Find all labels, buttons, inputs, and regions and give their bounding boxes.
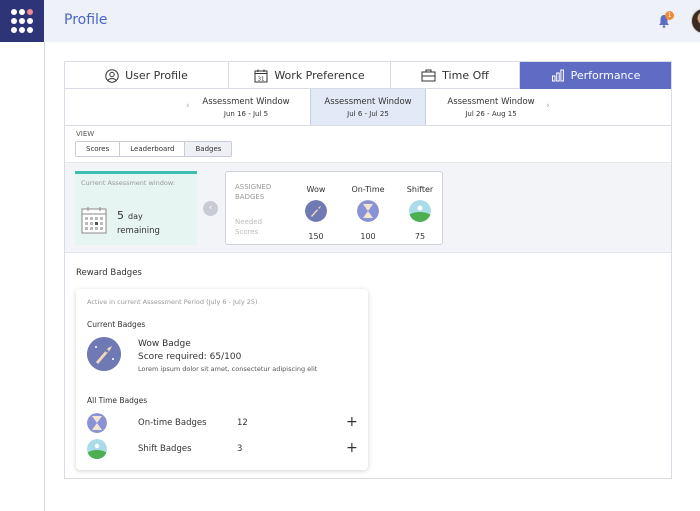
logo-dot	[11, 27, 17, 33]
expand-plus-button[interactable]: +	[346, 414, 358, 430]
all-time-badge-count: 12	[237, 418, 248, 428]
current-badge-name: Wow Badge	[138, 339, 191, 349]
assessment-window-selector: ‹ Assessment Window Jun 16 - Jul 5 Asses…	[65, 89, 671, 126]
badge-score: 100	[360, 232, 376, 241]
calendar-icon	[81, 207, 107, 234]
calendar-31-icon: 31	[254, 69, 268, 82]
window-dates: Jul 26 - Aug 15	[465, 110, 517, 118]
window-title: Assessment Window	[447, 97, 535, 107]
current-badge-score: Score required: 65/100	[138, 352, 242, 362]
days-remaining-count: 5	[117, 209, 124, 222]
days-remaining-label: remaining	[117, 226, 160, 236]
hourglass-icon	[357, 200, 379, 222]
logo-dot	[11, 9, 17, 15]
logo-dot	[27, 27, 33, 33]
top-header: Profile 1	[44, 0, 700, 42]
window-title: Assessment Window	[324, 97, 412, 107]
hourglass-icon	[87, 413, 107, 433]
tab-user-profile[interactable]: User Profile	[65, 62, 229, 89]
tab-label: Work Preference	[274, 69, 365, 82]
window-dates: Jun 16 - Jul 5	[223, 110, 269, 118]
badge-score: 75	[414, 232, 426, 241]
assigned-badge-shifter: Shifter 75	[400, 185, 440, 241]
view-option-scores[interactable]: Scores	[76, 142, 121, 156]
window-dates: Jul 6 - Jul 25	[347, 110, 389, 118]
briefcase-icon	[421, 69, 436, 82]
window-title: Assessment Window	[202, 97, 290, 107]
badge-name: Wow	[306, 185, 326, 194]
reward-badges-title: Reward Badges	[76, 268, 142, 278]
list-item: Shift Badges 3 +	[76, 439, 368, 459]
view-option-leaderboard[interactable]: Leaderboard	[120, 142, 186, 156]
user-avatar[interactable]	[691, 8, 700, 34]
all-time-badge-count: 3	[237, 444, 243, 454]
assigned-badges-box: ASSIGNED BADGES Needed Scores Wow 150 On…	[225, 171, 443, 245]
view-toggle: Scores Leaderboard Badges	[75, 141, 233, 157]
view-option-badges[interactable]: Badges	[185, 142, 232, 156]
app-logo[interactable]	[0, 0, 44, 42]
wow-badge-icon	[87, 337, 121, 371]
tab-label: User Profile	[125, 69, 188, 82]
reward-badges-card: Active in current Assessment Period (Jul…	[76, 289, 368, 470]
current-window-box: Current Assessment window: 5 day remaini…	[75, 171, 197, 245]
landscape-icon	[87, 439, 107, 459]
bar-chart-icon	[551, 69, 564, 82]
assigned-badge-wow: Wow 150	[296, 185, 336, 241]
assessment-window-next[interactable]: Assessment Window Jul 26 - Aug 15	[435, 89, 547, 125]
chevron-left-icon[interactable]: ‹	[186, 101, 190, 111]
tab-time-off[interactable]: Time Off	[391, 62, 520, 89]
rocket-icon	[305, 200, 327, 222]
days-unit: day	[128, 212, 143, 221]
assessment-window-current[interactable]: Assessment Window Jul 6 - Jul 25	[310, 89, 426, 125]
profile-tabs: User Profile 31 Work Preference Time Off	[65, 62, 671, 89]
svg-text:31: 31	[258, 76, 265, 82]
assessment-window-prev[interactable]: Assessment Window Jun 16 - Jul 5	[191, 89, 301, 125]
current-badge-description: Lorem ipsum dolor sit amet, consectetur …	[138, 365, 318, 373]
all-time-badges-label: All Time Badges	[87, 396, 148, 405]
expand-plus-button[interactable]: +	[346, 440, 358, 456]
current-window-label: Current Assessment window:	[81, 179, 176, 187]
assigned-badges-title: ASSIGNED BADGES	[235, 183, 272, 201]
tab-label: Time Off	[442, 69, 489, 82]
badges-summary-panel: Current Assessment window: 5 day remaini…	[65, 162, 671, 253]
logo-dot	[27, 9, 33, 15]
view-label: VIEW	[76, 130, 95, 138]
user-circle-icon	[105, 68, 119, 83]
current-badges-label: Current Badges	[87, 320, 146, 329]
sidebar-divider	[44, 42, 45, 511]
all-time-badge-name: Shift Badges	[138, 444, 192, 454]
profile-card: User Profile 31 Work Preference Time Off	[64, 61, 672, 479]
logo-dot	[27, 18, 33, 24]
landscape-icon	[409, 200, 431, 222]
assigned-badge-on-time: On-Time 100	[348, 185, 388, 241]
active-period-label: Active in current Assessment Period (Jul…	[87, 298, 258, 306]
chevron-right-icon[interactable]: ›	[546, 101, 550, 111]
notification-badge: 1	[665, 11, 674, 20]
badge-name: On-Time	[351, 185, 385, 194]
tab-performance[interactable]: Performance	[520, 62, 671, 89]
needed-scores-label: Needed Scores	[235, 218, 263, 236]
all-time-badge-name: On-time Badges	[138, 418, 207, 428]
badge-score: 150	[308, 232, 324, 241]
badge-name: Shifter	[406, 185, 434, 194]
logo-dot	[19, 27, 25, 33]
list-item: On-time Badges 12 +	[76, 413, 368, 433]
tab-label: Performance	[570, 69, 641, 82]
tab-work-preference[interactable]: 31 Work Preference	[229, 62, 391, 89]
logo-dot	[19, 18, 25, 24]
page-title: Profile	[64, 12, 108, 28]
chevron-left-button[interactable]: ‹	[203, 201, 218, 216]
logo-dot	[11, 18, 17, 24]
logo-dot	[19, 9, 25, 15]
